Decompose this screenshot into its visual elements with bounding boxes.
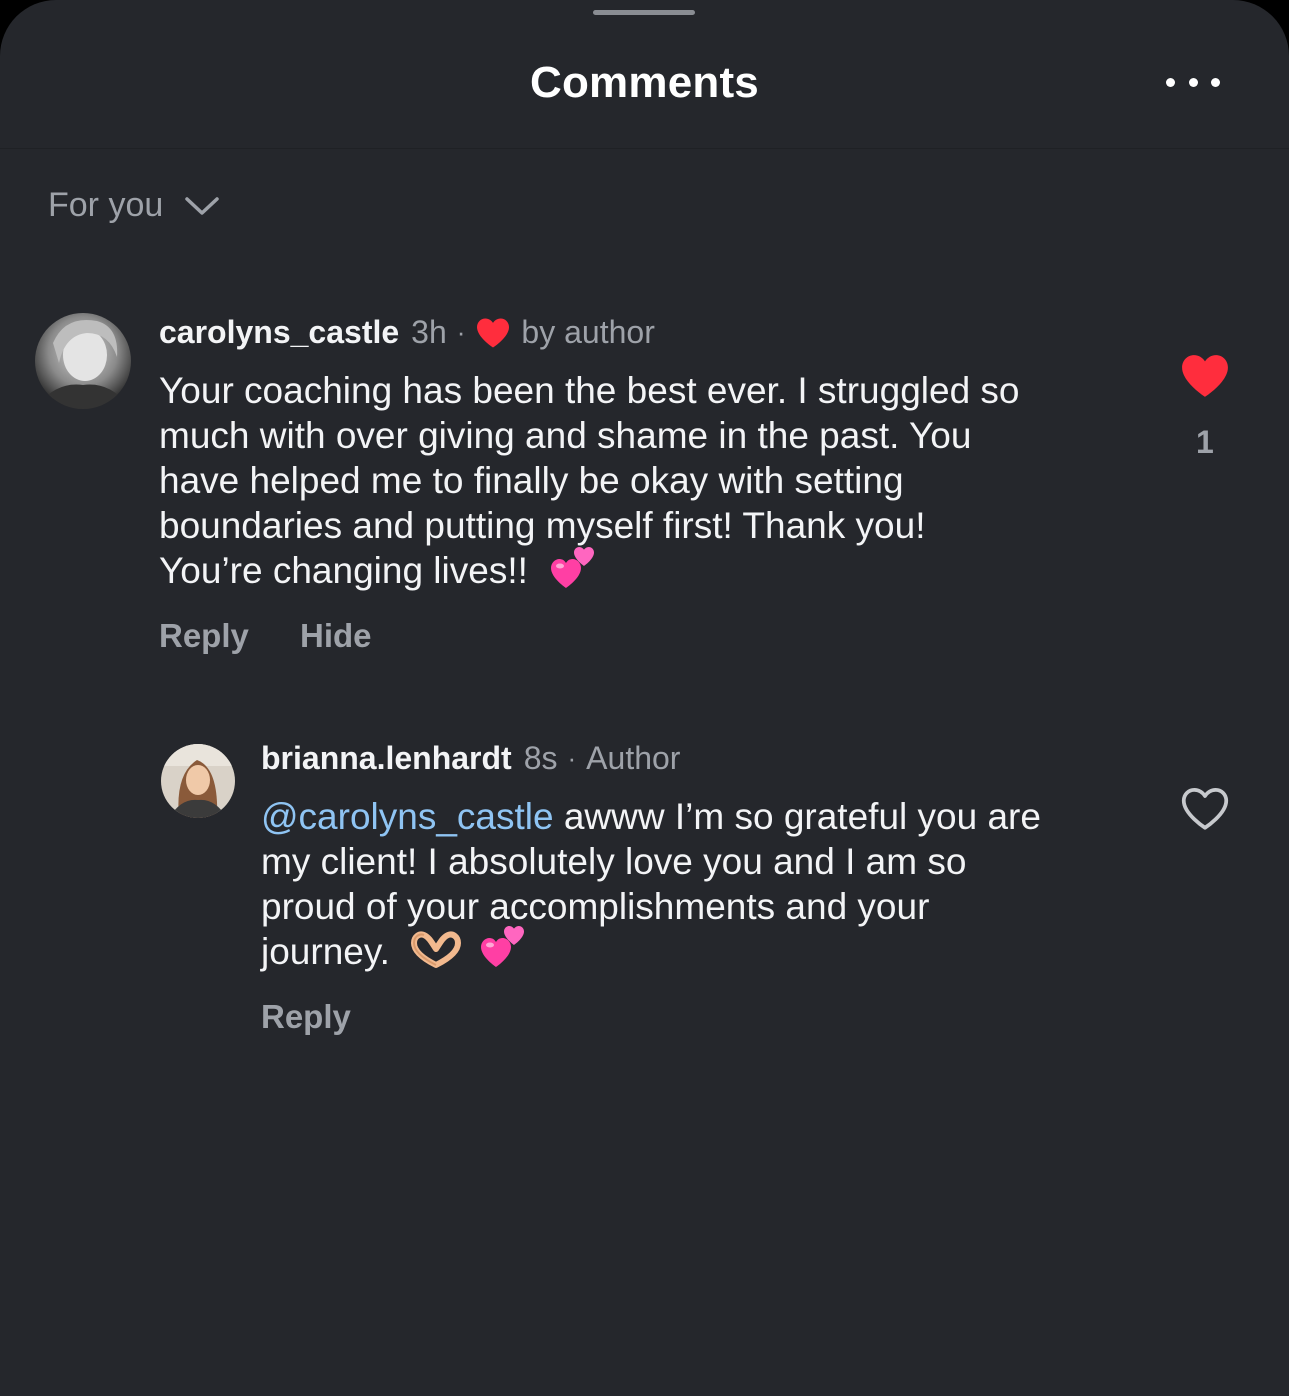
avatar[interactable]	[161, 744, 235, 818]
comment-username[interactable]: carolyns_castle	[159, 314, 399, 351]
comment-text: Your coaching has been the best ever. I …	[159, 370, 1020, 591]
author-badge: Author	[586, 740, 681, 776]
liked-by-author-label: by author	[521, 314, 655, 350]
sort-dropdown[interactable]: For you	[48, 186, 220, 225]
header-divider	[0, 148, 1289, 149]
like-count: 1	[1196, 424, 1214, 460]
comment-meta: carolyns_castle 3h · by author	[159, 314, 655, 351]
sort-label: For you	[48, 186, 164, 224]
heart-filled-icon[interactable]	[1180, 353, 1230, 399]
hide-button[interactable]: Hide	[300, 617, 372, 655]
two-hearts-icon	[551, 547, 595, 589]
comments-sheet: Comments For you carolyns_castle 3h · by…	[0, 0, 1289, 1396]
reply-button[interactable]: Reply	[261, 998, 351, 1036]
meta-separator: ·	[456, 317, 466, 347]
reply-username[interactable]: brianna.lenhardt	[261, 740, 512, 777]
reply-button[interactable]: Reply	[159, 617, 249, 655]
meta-separator: ·	[567, 743, 577, 773]
heart-hands-icon	[411, 931, 462, 969]
more-horizontal-icon[interactable]	[1166, 70, 1220, 94]
chevron-down-icon	[185, 196, 220, 215]
comment-time: 3h	[411, 314, 447, 350]
reply-meta: brianna.lenhardt 8s · Author	[261, 740, 680, 777]
heart-outline-icon[interactable]	[1180, 786, 1230, 832]
heart-filled-icon	[477, 317, 510, 348]
sheet-grabber[interactable]	[593, 10, 695, 15]
reply-time: 8s	[523, 740, 558, 776]
page-title: Comments	[530, 58, 759, 107]
avatar[interactable]	[35, 313, 131, 409]
reply-text: @carolyns_castle awww I’m so grateful yo…	[261, 796, 1041, 972]
mention-link[interactable]: @carolyns_castle	[261, 796, 554, 837]
two-hearts-icon	[481, 926, 525, 968]
